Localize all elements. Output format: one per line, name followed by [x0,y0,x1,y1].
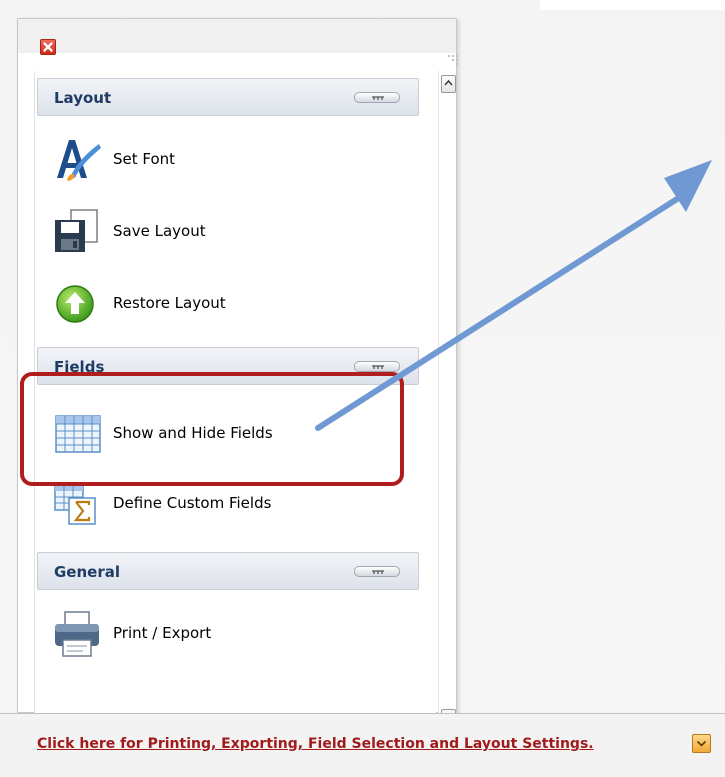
panel-title-bar [18,19,456,53]
chevron-up-icon [444,79,453,86]
close-x-glyph [43,42,53,52]
print-export-item[interactable]: Print / Export [53,610,383,658]
vertical-scrollbar[interactable] [438,71,456,725]
close-icon[interactable] [40,39,56,55]
group-header-fields[interactable]: Fields [37,347,419,385]
settings-toggle-button[interactable] [692,734,711,753]
page-background-strip [540,0,725,10]
save-layout-item[interactable]: Save Layout [53,208,383,256]
settings-link[interactable]: Click here for Printing, Exporting, Fiel… [37,736,594,752]
collapse-grip-icon [372,96,384,100]
show-hide-fields-item[interactable]: Show and Hide Fields [53,410,383,458]
font-icon [57,140,101,181]
set-font-item[interactable]: Set Font [53,136,383,184]
group-header-layout[interactable]: Layout [37,78,419,116]
define-custom-fields-label: Define Custom Fields [113,494,272,512]
custom-fields-sigma-icon [54,483,96,525]
group-collapse-button-fields[interactable] [354,361,400,372]
collapse-grip-icon [372,570,384,574]
chevron-down-icon [696,740,707,747]
save-layout-label: Save Layout [113,222,206,240]
group-title-general: General [54,563,120,581]
group-collapse-button-layout[interactable] [354,92,400,103]
show-hide-fields-label: Show and Hide Fields [113,424,273,442]
printer-icon [55,611,99,657]
save-layout-icon [55,209,98,252]
define-custom-fields-item[interactable]: Define Custom Fields [53,480,383,528]
settings-status-bar: Click here for Printing, Exporting, Fiel… [0,713,725,777]
print-export-label: Print / Export [113,624,212,642]
restore-layout-label: Restore Layout [113,294,226,312]
group-header-general[interactable]: General [37,552,419,590]
resize-grip-icon[interactable] [448,55,460,67]
scroll-up-button[interactable] [441,75,456,93]
restore-layout-icon [56,285,94,323]
collapse-grip-icon [372,365,384,369]
group-collapse-button-general[interactable] [354,566,400,577]
restore-layout-item[interactable]: Restore Layout [53,280,383,328]
group-title-layout: Layout [54,89,112,107]
group-title-fields: Fields [54,358,105,376]
grid-table-icon [55,415,101,453]
set-font-label: Set Font [113,150,176,168]
